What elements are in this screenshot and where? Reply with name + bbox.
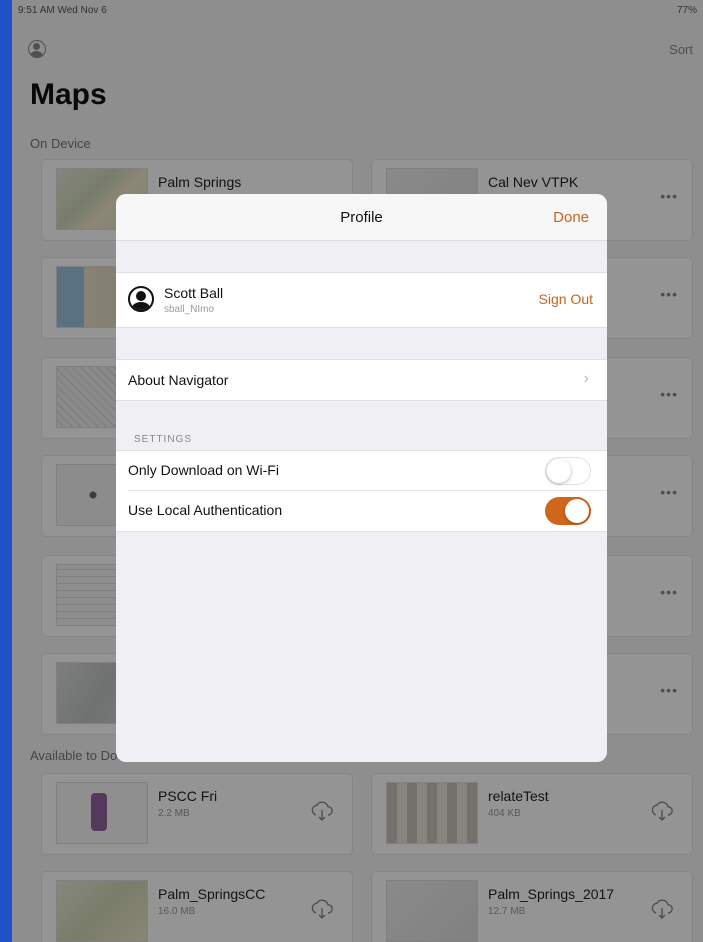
settings-header: SETTINGS [134, 434, 193, 445]
user-avatar-icon [128, 286, 154, 312]
local-auth-row: Use Local Authentication [116, 491, 607, 532]
sign-out-button[interactable]: Sign Out [539, 291, 593, 307]
local-auth-label: Use Local Authentication [128, 502, 283, 518]
about-navigator-row[interactable]: About Navigator › [116, 359, 607, 401]
wifi-only-toggle[interactable] [545, 457, 591, 485]
wifi-only-row: Only Download on Wi-Fi [116, 450, 607, 491]
profile-modal: Profile Done Scott Ball sball_NImo Sign … [116, 194, 607, 762]
user-name: Scott Ball [164, 285, 224, 301]
wifi-only-label: Only Download on Wi-Fi [128, 462, 279, 478]
local-auth-toggle[interactable] [545, 497, 591, 525]
done-button[interactable]: Done [553, 209, 589, 226]
modal-header: Profile Done [116, 194, 607, 241]
user-handle: sball_NImo [164, 304, 215, 315]
about-navigator-label: About Navigator [128, 372, 229, 388]
app-screen: 9:51 AM Wed Nov 6 77% Sort Maps On Devic… [12, 0, 703, 942]
user-row: Scott Ball sball_NImo Sign Out [116, 272, 607, 328]
chevron-right-icon: › [583, 370, 589, 387]
modal-title: Profile [340, 209, 383, 226]
